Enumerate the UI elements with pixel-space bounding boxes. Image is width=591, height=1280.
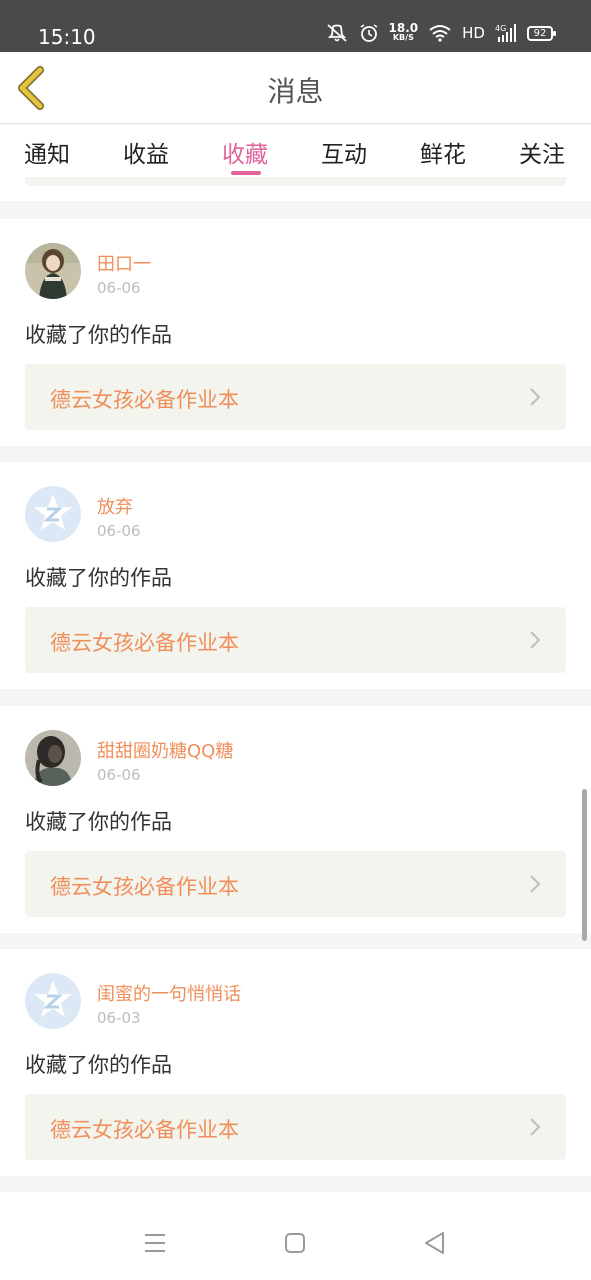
wifi-icon — [429, 25, 451, 42]
date: 06-06 — [97, 522, 141, 540]
battery-icon: 92 — [527, 25, 556, 41]
avatar[interactable] — [25, 243, 81, 299]
svg-text:4G: 4G — [495, 24, 506, 33]
default-avatar-icon — [25, 486, 81, 542]
date: 06-03 — [97, 1009, 141, 1027]
list-item: 放弃 06-06 收藏了你的作品 德云女孩必备作业本 — [0, 462, 591, 689]
mute-icon — [326, 24, 347, 42]
tab-following[interactable]: 关注 — [519, 135, 565, 169]
username[interactable]: 放弃 — [97, 493, 133, 519]
work-title: 德云女孩必备作业本 — [50, 1118, 239, 1142]
action-text: 收藏了你的作品 — [25, 810, 172, 834]
work-link[interactable]: 德云女孩必备作业本 — [25, 364, 566, 430]
work-link[interactable]: 德云女孩必备作业本 — [25, 851, 566, 917]
action-text: 收藏了你的作品 — [25, 566, 172, 590]
status-bar: 15:10 18.0 KB/S HD 4G 92 — [0, 0, 591, 52]
scrollbar[interactable] — [582, 789, 587, 941]
back-triangle-icon[interactable] — [422, 1230, 448, 1256]
active-tab-indicator — [231, 171, 261, 175]
previous-card-stub — [0, 177, 591, 201]
tab-bar: 通知 收益 收藏 互动 鲜花 关注 — [0, 125, 591, 177]
tab-favorites[interactable]: 收藏 — [222, 135, 268, 169]
date: 06-06 — [97, 766, 141, 784]
status-time: 15:10 — [38, 25, 96, 49]
chevron-right-icon — [530, 631, 541, 649]
list-item: 闺蜜的一句悄悄话 06-03 收藏了你的作品 德云女孩必备作业本 — [0, 949, 591, 1176]
work-title: 德云女孩必备作业本 — [50, 875, 239, 899]
menu-icon[interactable] — [142, 1230, 168, 1256]
work-link[interactable]: 德云女孩必备作业本 — [25, 607, 566, 673]
tab-flowers[interactable]: 鲜花 — [420, 135, 466, 169]
list-item: 甜甜圈奶糖QQ糖 06-06 收藏了你的作品 德云女孩必备作业本 — [0, 706, 591, 933]
tab-earnings[interactable]: 收益 — [123, 135, 169, 169]
signal-icon: 4G — [495, 24, 516, 42]
message-list[interactable]: 田口一 06-06 收藏了你的作品 德云女孩必备作业本 放弃 06-06 收藏了… — [0, 177, 591, 1192]
action-text: 收藏了你的作品 — [25, 323, 172, 347]
chevron-right-icon — [530, 875, 541, 893]
default-avatar-icon — [25, 973, 81, 1029]
tab-notice[interactable]: 通知 — [24, 135, 70, 169]
status-icons: 18.0 KB/S HD 4G 92 — [325, 20, 556, 46]
avatar[interactable] — [25, 486, 81, 542]
user-photo-icon — [25, 243, 81, 299]
avatar[interactable] — [25, 973, 81, 1029]
work-title: 德云女孩必备作业本 — [50, 631, 239, 655]
username[interactable]: 甜甜圈奶糖QQ糖 — [97, 737, 233, 763]
tab-interaction[interactable]: 互动 — [321, 135, 367, 169]
network-type: HD — [462, 24, 485, 42]
user-photo-icon — [25, 730, 81, 786]
home-square-icon[interactable] — [282, 1230, 308, 1256]
page-title: 消息 — [267, 75, 324, 108]
username[interactable]: 闺蜜的一句悄悄话 — [97, 980, 241, 1006]
action-text: 收藏了你的作品 — [25, 1053, 172, 1077]
chevron-right-icon — [530, 1118, 541, 1136]
work-title: 德云女孩必备作业本 — [50, 388, 239, 412]
network-speed: 18.0 KB/S — [388, 21, 419, 42]
username[interactable]: 田口一 — [97, 250, 151, 276]
alarm-icon — [360, 24, 377, 42]
work-link[interactable]: 德云女孩必备作业本 — [25, 1094, 566, 1160]
avatar[interactable] — [25, 730, 81, 786]
system-nav-bar — [0, 1192, 591, 1280]
chevron-right-icon — [530, 388, 541, 406]
date: 06-06 — [97, 279, 141, 297]
header: 消息 — [0, 52, 591, 124]
list-item: 田口一 06-06 收藏了你的作品 德云女孩必备作业本 — [0, 219, 591, 446]
